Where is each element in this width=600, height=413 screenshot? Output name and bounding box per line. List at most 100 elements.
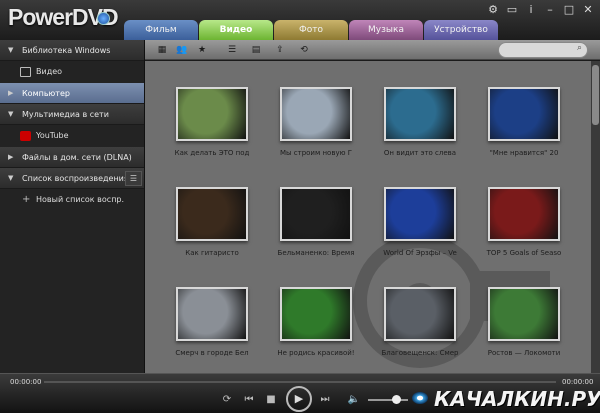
tab-photo[interactable]: Фото xyxy=(274,20,348,40)
maximize-icon[interactable]: □ xyxy=(561,2,577,18)
video-title: Мы строим новую Г xyxy=(279,149,352,157)
video-tile[interactable]: Не родись красивой! xyxy=(277,287,355,369)
sidebar-item-label: Список воспроизведения xyxy=(22,174,129,183)
sidebar-item-label: Новый список воспр. xyxy=(36,195,125,204)
video-thumbnail[interactable] xyxy=(488,287,560,341)
star-icon[interactable]: ★ xyxy=(193,43,211,57)
view-toolbar: ▦ 👥 ★ ☰ ▤ ⇪ ⟲ ⌕ xyxy=(145,40,600,60)
video-tile[interactable]: Бельманенко: Время xyxy=(277,187,355,269)
video-thumbnail[interactable] xyxy=(488,87,560,141)
media-tabs: Фильм Видео Фото Музыка Устройство xyxy=(124,20,499,40)
tab-music[interactable]: Музыка xyxy=(349,20,423,40)
plus-icon: + xyxy=(22,194,31,205)
volume-icon[interactable]: 🔈 xyxy=(345,392,363,408)
video-tile[interactable]: Благовещенск: Смер xyxy=(381,287,459,369)
close-icon[interactable]: ✕ xyxy=(580,2,596,18)
video-title: Ростов — Локомоти xyxy=(487,349,561,357)
thumbnail-image xyxy=(490,189,558,239)
sidebar-item-video[interactable]: Видео xyxy=(0,61,144,83)
video-tile[interactable]: Как делать ЭТО под xyxy=(173,87,251,169)
thumbnail-image xyxy=(386,289,454,339)
video-thumbnail[interactable] xyxy=(384,87,456,141)
users-icon[interactable]: 👥 xyxy=(173,43,191,57)
volume-knob[interactable] xyxy=(392,395,401,404)
settings-gear-icon[interactable]: ⚙ xyxy=(485,2,501,18)
sidebar-item-label: Библиотека Windows xyxy=(22,46,111,55)
video-thumbnail[interactable] xyxy=(280,187,352,241)
video-thumbnail[interactable] xyxy=(384,187,456,241)
video-thumbnail[interactable] xyxy=(280,87,352,141)
stop-icon[interactable]: ■ xyxy=(262,392,280,408)
video-title: TOP 5 Goals of Seaso xyxy=(486,249,562,257)
list-icon[interactable]: ☰ xyxy=(223,43,241,57)
video-tile[interactable]: Ростов — Локомоти xyxy=(485,287,563,369)
thumbnail-image xyxy=(282,189,350,239)
scrollbar-thumb[interactable] xyxy=(592,65,599,125)
volume-slider[interactable] xyxy=(368,399,408,401)
video-thumbnail[interactable] xyxy=(176,87,248,141)
sidebar-item-dlna[interactable]: ▶ Файлы в дом. сети (DLNA) xyxy=(0,147,144,168)
video-tile[interactable]: "Мне нравится" 20 xyxy=(485,87,563,169)
upload-icon[interactable]: ⇪ xyxy=(271,43,289,57)
grid-view-icon[interactable]: ▦ xyxy=(153,43,171,57)
details-icon[interactable]: ▤ xyxy=(247,43,265,57)
sidebar-item-label: Файлы в дом. сети (DLNA) xyxy=(22,153,132,162)
video-tile[interactable]: Как гитаристо xyxy=(173,187,251,269)
seek-bar[interactable] xyxy=(44,381,556,383)
video-tile[interactable]: Мы строим новую Г xyxy=(277,87,355,169)
video-title: "Мне нравится" 20 xyxy=(489,149,559,157)
video-title: Благовещенск: Смер xyxy=(381,349,459,357)
video-thumbnail[interactable] xyxy=(384,287,456,341)
search-icon[interactable]: ⌕ xyxy=(577,43,582,53)
collapse-arrow-icon: ▼ xyxy=(8,46,14,54)
media-info-icon[interactable]: ▭ xyxy=(504,2,520,18)
sidebar-item-computer[interactable]: ▶ Компьютер xyxy=(0,83,144,104)
thumbnail-image xyxy=(490,289,558,339)
playlist-options-button[interactable]: ☰ xyxy=(125,171,142,186)
thumbnail-image xyxy=(386,189,454,239)
eye-icon[interactable] xyxy=(412,392,428,404)
sidebar-item-windows-library[interactable]: ▼ Библиотека Windows xyxy=(0,40,144,61)
sidebar-item-online-media[interactable]: ▼ Мультимедиа в сети xyxy=(0,104,144,125)
sidebar-item-playlists[interactable]: ▼ Список воспроизведения ☰ xyxy=(0,168,144,189)
tab-video[interactable]: Видео xyxy=(199,20,273,40)
minimize-icon[interactable]: – xyxy=(542,2,558,18)
upgrade-badge-icon[interactable] xyxy=(97,12,110,25)
help-icon[interactable]: i xyxy=(523,2,539,18)
tab-film[interactable]: Фильм xyxy=(124,20,198,40)
vertical-scrollbar[interactable] xyxy=(591,61,600,373)
video-title: Бельманенко: Время xyxy=(277,249,355,257)
time-total: 00:00:00 xyxy=(562,378,594,386)
sidebar-item-youtube[interactable]: YouTube xyxy=(0,125,144,147)
video-grid: Как делать ЭТО под Мы строим новую Г Он ви… xyxy=(145,61,591,373)
video-tile[interactable]: TOP 5 Goals of Seaso xyxy=(485,187,563,269)
search-input[interactable] xyxy=(498,42,588,58)
sidebar-item-label: YouTube xyxy=(36,131,69,140)
youtube-icon xyxy=(20,131,31,141)
title-bar: PowerDVD ⚙ ▭ i – □ ✕ Фильм Видео Фото Му… xyxy=(0,0,600,40)
video-tile[interactable]: Смерч в городе Бел xyxy=(173,287,251,369)
app-window: PowerDVD ⚙ ▭ i – □ ✕ Фильм Видео Фото Му… xyxy=(0,0,600,413)
video-title: Смерч в городе Бел xyxy=(175,349,249,357)
previous-icon[interactable]: ⏮ xyxy=(240,392,258,408)
video-title: Как гитаристо xyxy=(185,249,239,257)
tab-device[interactable]: Устройство xyxy=(424,20,498,40)
video-thumbnail[interactable] xyxy=(176,287,248,341)
video-title: Он видит это слева xyxy=(383,149,457,157)
thumbnail-image xyxy=(178,289,246,339)
play-button[interactable]: ▶ xyxy=(286,386,312,412)
rotate-icon[interactable]: ⟲ xyxy=(295,43,313,57)
next-icon[interactable]: ⏭ xyxy=(316,392,334,408)
video-tile[interactable]: World Of Эрзфы – Ve xyxy=(381,187,459,269)
expand-arrow-icon: ▶ xyxy=(8,153,14,161)
thumbnail-image xyxy=(282,289,350,339)
sidebar-item-new-playlist[interactable]: + Новый список воспр. xyxy=(0,189,144,211)
sidebar-item-label: Мультимедиа в сети xyxy=(22,110,109,119)
playback-bar: 00:00:00 00:00:00 ⟳ ⏮ ■ ▶ ⏭ 🔈 КАЧАЛКИН.Р… xyxy=(0,373,600,413)
video-tile[interactable]: Он видит это слева xyxy=(381,87,459,169)
repeat-icon[interactable]: ⟳ xyxy=(218,392,236,408)
video-thumbnail[interactable] xyxy=(280,287,352,341)
video-thumbnail[interactable] xyxy=(488,187,560,241)
time-current: 00:00:00 xyxy=(10,378,42,386)
video-thumbnail[interactable] xyxy=(176,187,248,241)
